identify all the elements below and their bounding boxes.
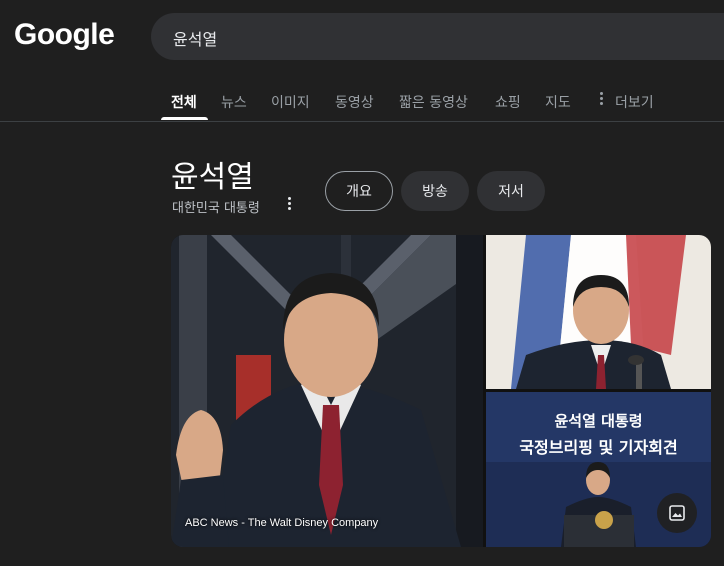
search-box[interactable]: 윤석열 [151,13,724,60]
chip-broadcast[interactable]: 방송 [401,171,469,211]
tab-shopping[interactable]: 쇼핑 [495,92,521,112]
podium-image[interactable] [486,235,711,389]
active-tab-indicator [161,117,208,120]
more-vert-icon[interactable] [598,92,604,108]
image-gallery: ABC News - The Walt Disney Company 윤석열 대… [171,235,711,547]
tab-maps[interactable]: 지도 [545,92,571,112]
entity-subtitle: 대한민국 대통령 [172,201,260,216]
tab-short-videos[interactable]: 짧은 동영상 [399,92,468,112]
entity-title: 윤석열 [171,160,254,195]
briefing-caption-subtitle: 국정브리핑 및 기자회견 [519,438,678,457]
top-bar: Google 윤석열 [0,0,724,70]
chip-books[interactable]: 저서 [477,171,545,211]
entity-menu-icon[interactable] [285,197,293,213]
image-search-button[interactable] [657,493,697,533]
search-input[interactable]: 윤석열 [173,26,217,50]
search-tabs: 전체 뉴스 이미지 동영상 짧은 동영상 쇼핑 지도 더보기 [0,80,724,122]
google-logo[interactable]: Google [14,18,115,52]
chip-overview[interactable]: 개요 [325,171,393,211]
tab-news[interactable]: 뉴스 [221,92,247,112]
main-portrait-image[interactable]: ABC News - The Walt Disney Company [171,235,483,547]
tab-videos[interactable]: 동영상 [335,92,374,112]
tab-images[interactable]: 이미지 [271,92,310,112]
briefing-caption-title: 윤석열 대통령 [554,412,643,430]
tab-more[interactable]: 더보기 [615,92,654,112]
tabs-divider [0,121,724,122]
image-icon [669,505,685,521]
image-credit: ABC News - The Walt Disney Company [185,517,379,529]
tab-all[interactable]: 전체 [171,92,197,112]
